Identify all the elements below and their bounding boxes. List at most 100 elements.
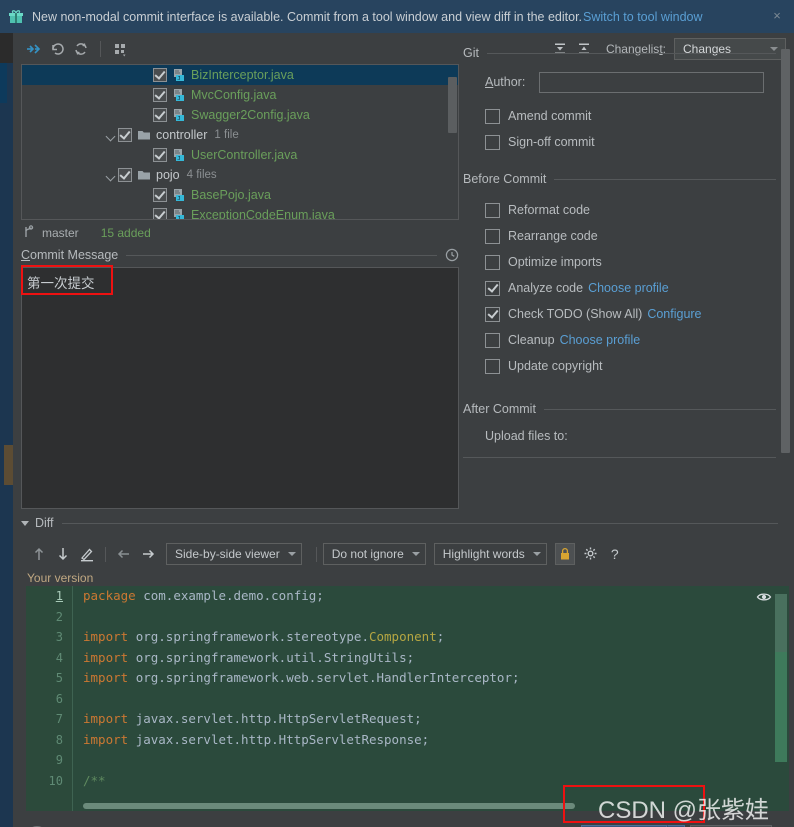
file-checkbox[interactable] (118, 128, 132, 142)
before-commit-checkbox[interactable] (485, 280, 500, 296)
previous-difference-icon[interactable] (27, 543, 51, 565)
viewer-mode-select[interactable]: Side-by-side viewer (166, 543, 302, 565)
before-commit-option[interactable]: Cleanup Choose profile (485, 327, 794, 353)
before-commit-checkbox[interactable] (485, 358, 500, 374)
chevron-down-icon[interactable] (104, 169, 117, 182)
git-checkbox[interactable] (485, 108, 500, 124)
separator-line (543, 408, 776, 410)
tree-row[interactable]: J ExceptionCodeEnum.java (22, 205, 458, 220)
accept-right-icon[interactable] (136, 543, 160, 565)
show-diff-icon[interactable] (21, 38, 45, 60)
file-name: Swagger2Config.java (191, 108, 310, 122)
file-checkbox[interactable] (118, 168, 132, 182)
diff-code-view[interactable]: 1 2 3 4 5 6 7 8 9 10 package com.example.demo.con… (26, 586, 789, 811)
file-checkbox[interactable] (153, 208, 167, 219)
code-token: com.example.demo.config; (143, 588, 324, 603)
background-editor-tab (0, 33, 13, 63)
separator-line (554, 178, 776, 180)
code-line: import javax.servlet.http.HttpServletReq… (83, 709, 769, 730)
upload-files-label: Upload files to: (485, 429, 568, 443)
notification-bar: New non-modal commit interface is availa… (0, 0, 794, 33)
before-commit-option[interactable]: Optimize imports (485, 249, 794, 275)
diff-help-icon[interactable]: ? (603, 543, 627, 565)
chevron-down-icon (287, 552, 296, 556)
separator-line (486, 52, 776, 54)
tree-row[interactable]: J Swagger2Config.java (22, 105, 458, 125)
tree-scrollbar[interactable] (448, 77, 457, 133)
next-difference-icon[interactable] (51, 543, 75, 565)
lock-icon[interactable] (554, 543, 575, 565)
file-checkbox[interactable] (153, 148, 167, 162)
before-commit-checkbox[interactable] (485, 306, 500, 322)
options-scrollbar[interactable] (781, 49, 790, 453)
close-icon[interactable]: × (770, 9, 784, 23)
before-commit-option[interactable]: Analyze code Choose profile (485, 275, 794, 301)
author-row: Author: (485, 71, 794, 93)
git-option[interactable]: Amend commit (485, 103, 794, 129)
tree-row[interactable]: controller 1 file (22, 125, 458, 145)
highlight-mode-select[interactable]: Highlight words (433, 543, 547, 565)
tree-row[interactable]: J MvcConfig.java (22, 85, 458, 105)
commit-message-input[interactable]: 第一次提交 (21, 267, 459, 509)
before-commit-option[interactable]: Rearrange code (485, 223, 794, 249)
git-option[interactable]: Sign-off commit (485, 129, 794, 155)
rollback-icon[interactable] (45, 38, 69, 60)
git-checkbox[interactable] (485, 134, 500, 150)
accept-left-icon[interactable] (112, 543, 136, 565)
background-marker (4, 445, 13, 485)
git-label: Amend commit (508, 109, 592, 123)
before-commit-link[interactable]: Choose profile (588, 281, 669, 295)
code-token: import (83, 731, 136, 747)
before-commit-checkbox[interactable] (485, 332, 500, 348)
before-commit-label: Check TODO (Show All) (508, 307, 643, 321)
chevron-down-icon[interactable] (21, 520, 29, 526)
before-commit-option[interactable]: Update copyright (485, 353, 794, 379)
toolbar-separator (315, 546, 317, 562)
changed-files-tree[interactable]: J BizInterceptor.java J MvcConfig.java J Swag… (21, 64, 459, 220)
author-field[interactable] (539, 71, 764, 93)
code-horizontal-scrollbar[interactable] (83, 803, 575, 809)
notification-text: New non-modal commit interface is availa… (32, 9, 583, 24)
code-vertical-scrollbar[interactable] (775, 594, 787, 809)
git-section-header: Git (463, 45, 794, 61)
code-token: org.springframework.util.StringUtils; (135, 649, 415, 665)
line-number: 6 (55, 691, 63, 706)
tree-row[interactable]: J BizInterceptor.java (22, 65, 458, 85)
switch-to-tool-window-link[interactable]: Switch to tool window (583, 10, 703, 24)
group-by-icon[interactable] (108, 38, 132, 60)
edit-source-icon[interactable] (75, 543, 99, 565)
file-checkbox[interactable] (153, 68, 167, 82)
before-commit-checkbox[interactable] (485, 228, 500, 244)
before-commit-option[interactable]: Check TODO (Show All) Configure (485, 301, 794, 327)
file-name: ExceptionCodeEnum.java (191, 208, 335, 220)
tree-row[interactable]: pojo 4 files (22, 165, 458, 185)
code-token: /** (83, 772, 106, 788)
ignore-mode-select[interactable]: Do not ignore (322, 543, 426, 565)
file-name: UserController.java (191, 148, 298, 162)
before-commit-checkbox[interactable] (485, 254, 500, 270)
svg-text:J: J (177, 116, 180, 122)
svg-text:J: J (177, 196, 180, 202)
chevron-down-icon[interactable] (104, 129, 117, 142)
file-checkbox[interactable] (153, 108, 167, 122)
code-token: ; (436, 629, 445, 644)
file-checkbox[interactable] (153, 188, 167, 202)
before-commit-link[interactable]: Choose profile (560, 333, 641, 347)
before-commit-link[interactable]: Configure (647, 307, 701, 321)
file-count: 1 file (214, 129, 239, 141)
file-checkbox[interactable] (153, 88, 167, 102)
line-number: 3 (55, 630, 63, 644)
branch-icon (23, 224, 36, 242)
gear-icon[interactable] (579, 543, 603, 565)
refresh-icon[interactable] (69, 38, 93, 60)
dialog-button-bar: ? Commit (13, 814, 794, 827)
before-commit-checkbox[interactable] (485, 202, 500, 218)
eye-icon[interactable] (756, 590, 772, 604)
tree-row[interactable]: J UserController.java (22, 145, 458, 165)
tree-row[interactable]: J BasePojo.java (22, 185, 458, 205)
before-commit-option[interactable]: Reformat code (485, 197, 794, 223)
file-name: MvcConfig.java (191, 88, 277, 102)
clock-icon[interactable] (445, 248, 459, 262)
